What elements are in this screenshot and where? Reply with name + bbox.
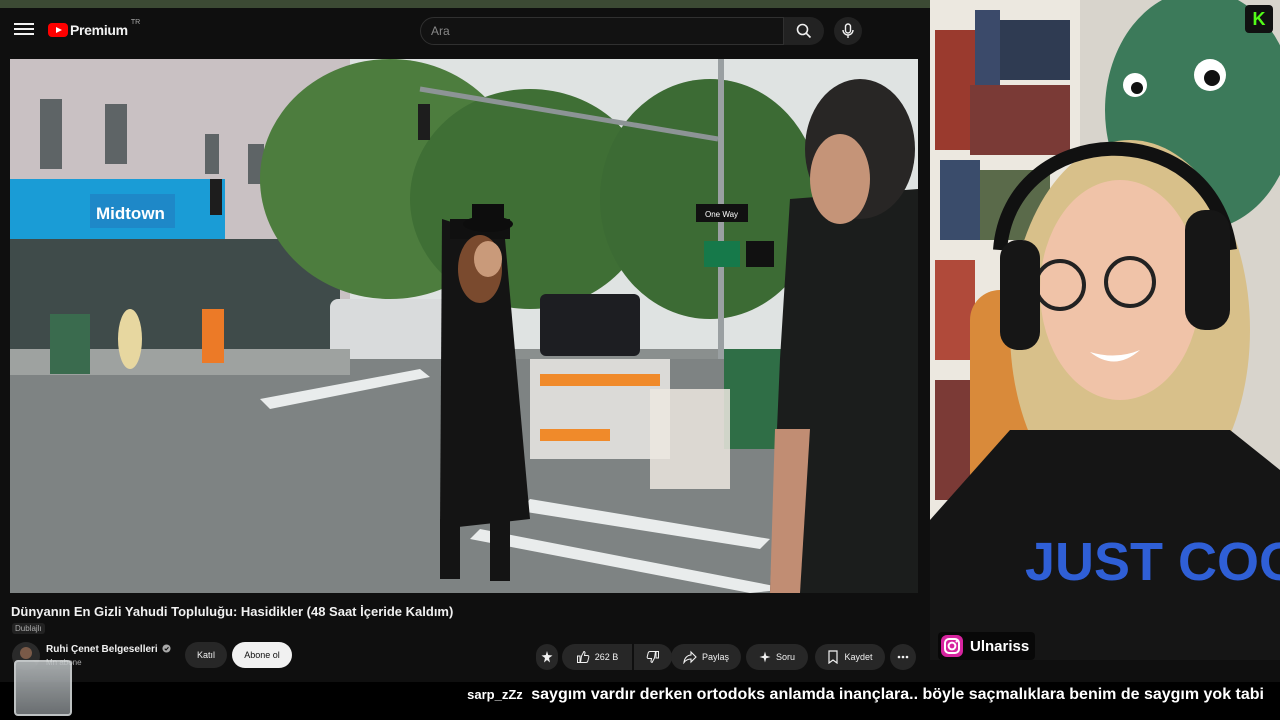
video-player[interactable]: Midtown One Way xyxy=(10,59,918,593)
search-button[interactable] xyxy=(784,17,824,45)
youtube-window: Premium TR Midtown xyxy=(0,8,930,682)
instagram-tag: Ulnariss xyxy=(938,632,1036,660)
thumbs-down-icon xyxy=(646,651,659,664)
search-box xyxy=(420,17,784,45)
sparkle-gear-icon xyxy=(541,651,553,663)
channel-row: Ruhi Çenet Belgeselleri Mn abone Katıl A… xyxy=(10,642,920,678)
ask-label: Soru xyxy=(775,652,795,662)
browser-top-strip xyxy=(0,0,930,8)
dubbing-button[interactable] xyxy=(536,644,558,670)
share-button[interactable]: Paylaş xyxy=(671,644,741,670)
video-frame: Midtown One Way xyxy=(10,59,918,593)
logo-text: Premium xyxy=(70,22,128,38)
share-label: Paylaş xyxy=(701,652,729,662)
youtube-logo[interactable]: Premium TR xyxy=(48,18,141,38)
verified-icon xyxy=(162,644,172,653)
dislike-button[interactable] xyxy=(634,644,672,670)
menu-icon[interactable] xyxy=(14,20,34,40)
street-sign-text: One Way xyxy=(705,210,738,219)
logo-region: TR xyxy=(130,18,141,26)
join-button[interactable]: Katıl xyxy=(185,642,227,668)
voice-search-button[interactable] xyxy=(834,17,862,45)
like-button[interactable]: 262 B xyxy=(562,644,632,670)
masthead: Premium TR xyxy=(0,8,930,54)
more-actions-button[interactable] xyxy=(890,644,916,670)
join-label: Katıl xyxy=(196,650,215,660)
webcam-feed: JUST COOL xyxy=(930,0,1280,660)
chat-text: saygım vardır derken ortodoks anlamda in… xyxy=(531,686,1264,703)
search-input[interactable] xyxy=(421,18,783,44)
instagram-handle: Ulnariss xyxy=(970,637,1030,655)
search-icon xyxy=(796,23,812,39)
dubbed-label: Dublajlı xyxy=(15,624,42,633)
kick-logo-letter: K xyxy=(1252,8,1266,29)
instagram-icon xyxy=(941,635,963,657)
thumbs-up-icon xyxy=(576,650,590,663)
subscribe-label: Abone ol xyxy=(244,650,280,660)
channel-name-text: Ruhi Çenet Belgeselleri xyxy=(46,644,158,655)
bookmark-icon xyxy=(828,650,839,664)
subscribe-button[interactable]: Abone ol xyxy=(232,642,292,668)
like-count: 262 B xyxy=(594,652,619,662)
foreground-cup xyxy=(14,660,72,716)
kick-logo-icon: K xyxy=(1245,5,1273,33)
share-icon xyxy=(683,650,697,664)
store-sign-text: Midtown xyxy=(96,204,165,223)
webcam-overlay: JUST COOL xyxy=(930,0,1280,660)
dubbed-badge: Dublajlı xyxy=(12,623,45,634)
chat-username: sarp_zZz xyxy=(467,687,523,702)
video-title: Dünyanın En Gizli Yahudi Topluluğu: Hasi… xyxy=(11,604,454,619)
save-label: Kaydet xyxy=(844,652,873,662)
more-icon xyxy=(897,655,909,659)
chat-overlay: sarp_zZz saygım vardır derken ortodoks a… xyxy=(0,682,1280,720)
channel-name[interactable]: Ruhi Çenet Belgeselleri xyxy=(46,644,172,655)
sparkle-icon xyxy=(759,651,771,663)
save-button[interactable]: Kaydet xyxy=(815,644,885,670)
microphone-icon xyxy=(842,23,854,38)
chat-message: sarp_zZz saygım vardır derken ortodoks a… xyxy=(467,686,1264,704)
youtube-play-icon xyxy=(48,23,68,37)
shirt-text: JUST COOL xyxy=(1025,532,1280,592)
ask-button[interactable]: Soru xyxy=(746,644,808,670)
